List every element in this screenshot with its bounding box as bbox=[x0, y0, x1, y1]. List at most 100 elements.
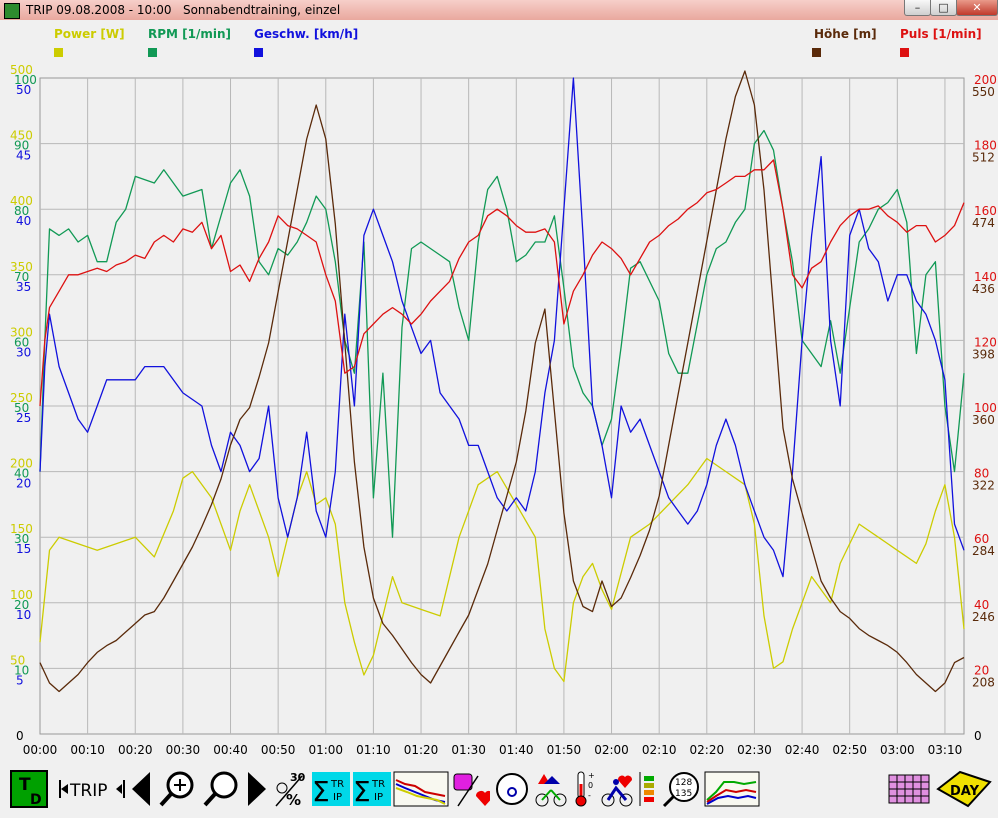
height-tick-label: 284 bbox=[972, 544, 995, 558]
thermo-minus: - bbox=[588, 791, 591, 800]
x-tick-label: 00:50 bbox=[261, 743, 296, 757]
percent-30-label: 30 bbox=[290, 771, 306, 784]
sum-trip-label: TR bbox=[330, 779, 344, 790]
height-tick-label: 208 bbox=[972, 675, 995, 689]
x-tick-label: 01:40 bbox=[499, 743, 534, 757]
thermo-zero: 0 bbox=[588, 781, 593, 790]
gradient-bar-button[interactable] bbox=[636, 770, 658, 808]
x-tick-label: 03:10 bbox=[928, 743, 963, 757]
zoom-out-button[interactable] bbox=[202, 770, 240, 808]
svg-text:IP: IP bbox=[374, 792, 383, 803]
x-tick-label: 00:40 bbox=[213, 743, 248, 757]
percent-label: % bbox=[286, 791, 301, 808]
legend-swatch bbox=[812, 48, 821, 57]
heart-icon bbox=[476, 791, 490, 806]
x-tick-label: 01:50 bbox=[547, 743, 582, 757]
speed-tick-label: 10 bbox=[16, 608, 31, 622]
minimize-button[interactable]: – bbox=[904, 0, 931, 16]
height-tick-label: 474 bbox=[972, 216, 995, 230]
percent-button[interactable]: 30% bbox=[272, 770, 308, 808]
thermometer-button[interactable]: +0- bbox=[572, 770, 596, 808]
left-zero-label: 0 bbox=[16, 729, 24, 743]
next-arrow-button[interactable] bbox=[244, 770, 268, 808]
legend-swatch bbox=[148, 48, 157, 57]
chart-legend: Power [W] RPM [1/min] Geschw. [km/h] Höhe [… bbox=[54, 27, 982, 57]
prev-arrow-button[interactable] bbox=[130, 770, 154, 808]
chart-view-button[interactable] bbox=[393, 770, 449, 808]
legend-label: RPM [1/min] bbox=[148, 27, 231, 41]
zoom-out-icon bbox=[210, 771, 238, 799]
day-label: DAY bbox=[950, 784, 980, 799]
legend-label: Höhe [m] bbox=[814, 27, 877, 41]
multi-chart-button[interactable] bbox=[704, 770, 760, 808]
sigma-icon: Σ bbox=[312, 775, 330, 808]
height-tick-label: 550 bbox=[972, 85, 995, 99]
legend-label: Power [W] bbox=[54, 27, 125, 41]
title-bar: TRIP 09.08.2008 - 10:00 Sonnabendtrainin… bbox=[0, 0, 998, 21]
thermo-plus: + bbox=[588, 771, 595, 780]
right-zero-label: 0 bbox=[974, 729, 982, 743]
x-tick-label: 03:00 bbox=[880, 743, 915, 757]
height-tick-label: 512 bbox=[972, 151, 995, 165]
x-tick-label: 00:20 bbox=[118, 743, 153, 757]
legend-label: Puls [1/min] bbox=[900, 27, 982, 41]
close-button[interactable]: ✕ bbox=[956, 0, 998, 16]
td-label-d: D bbox=[30, 792, 42, 808]
td-button[interactable]: TD bbox=[10, 770, 48, 808]
x-tick-label: 02:40 bbox=[785, 743, 820, 757]
sigma-icon: Σ bbox=[353, 775, 371, 808]
x-tick-label: 01:20 bbox=[404, 743, 439, 757]
speed-tick-label: 30 bbox=[16, 345, 31, 359]
fist-icon bbox=[453, 773, 473, 791]
speed-tick-label: 15 bbox=[16, 542, 31, 556]
x-tick-label: 01:00 bbox=[308, 743, 343, 757]
gauge-value-bottom: 135 bbox=[675, 789, 692, 799]
calendar-grid-button[interactable] bbox=[888, 770, 930, 808]
heart-small-icon bbox=[617, 775, 633, 788]
app-icon bbox=[4, 3, 20, 19]
trip-chart: Power [W] RPM [1/min] Geschw. [km/h] Höhe [… bbox=[10, 27, 997, 775]
circle-button[interactable] bbox=[494, 770, 530, 808]
x-tick-label: 02:10 bbox=[642, 743, 677, 757]
x-tick-label: 02:30 bbox=[737, 743, 772, 757]
gauge-value-top: 128 bbox=[675, 778, 692, 788]
x-tick-label: 02:20 bbox=[690, 743, 725, 757]
height-tick-label: 246 bbox=[972, 610, 995, 624]
sum-trip-2-button[interactable]: Σ TR IP bbox=[353, 770, 391, 808]
gauge-button[interactable]: 128 135 bbox=[662, 770, 700, 808]
x-tick-label: 01:30 bbox=[451, 743, 486, 757]
zoom-in-button[interactable] bbox=[158, 770, 196, 808]
x-tick-label: 01:10 bbox=[356, 743, 391, 757]
legend-label: Geschw. [km/h] bbox=[254, 27, 358, 41]
cyclist-button[interactable] bbox=[534, 770, 568, 808]
right-arrow-icon bbox=[248, 772, 266, 806]
legend-swatch bbox=[54, 48, 63, 57]
trip-button[interactable]: TRIP bbox=[58, 770, 128, 808]
x-tick-label: 00:00 bbox=[23, 743, 58, 757]
speed-tick-label: 20 bbox=[16, 477, 31, 491]
legend-swatch bbox=[900, 48, 909, 57]
speed-tick-label: 50 bbox=[16, 83, 31, 97]
toolbar: TD TRIP 30% Σ TR IP Σ TR IP +0- 128 135 … bbox=[0, 762, 998, 818]
window-title: TRIP 09.08.2008 - 10:00 Sonnabendtrainin… bbox=[26, 3, 341, 17]
svg-text:IP: IP bbox=[333, 792, 342, 803]
speed-tick-label: 45 bbox=[16, 149, 31, 163]
x-axis: 00:00 00:10 00:20 00:30 00:40 00:50 01:00 01:10… bbox=[23, 743, 963, 757]
rider-heart-button[interactable] bbox=[598, 770, 634, 808]
height-tick-label: 436 bbox=[972, 282, 995, 296]
trip-label: TRIP bbox=[69, 781, 107, 801]
maximize-button[interactable]: □ bbox=[930, 0, 957, 16]
sum-trip-button[interactable]: Σ TR IP bbox=[312, 770, 350, 808]
speed-tick-label: 35 bbox=[16, 280, 31, 294]
height-tick-label: 360 bbox=[972, 413, 995, 427]
chart-area: Power [W] RPM [1/min] Geschw. [km/h] Höhe [… bbox=[0, 20, 998, 775]
fist-heart-button[interactable] bbox=[452, 770, 490, 808]
legend-swatch bbox=[254, 48, 263, 57]
x-tick-label: 02:50 bbox=[832, 743, 867, 757]
speed-tick-label: 25 bbox=[16, 411, 31, 425]
x-tick-label: 00:10 bbox=[70, 743, 105, 757]
speed-tick-label: 5 bbox=[16, 673, 24, 687]
chart-grid bbox=[39, 77, 965, 735]
height-tick-label: 322 bbox=[972, 479, 995, 493]
day-button[interactable]: DAY bbox=[936, 770, 992, 808]
